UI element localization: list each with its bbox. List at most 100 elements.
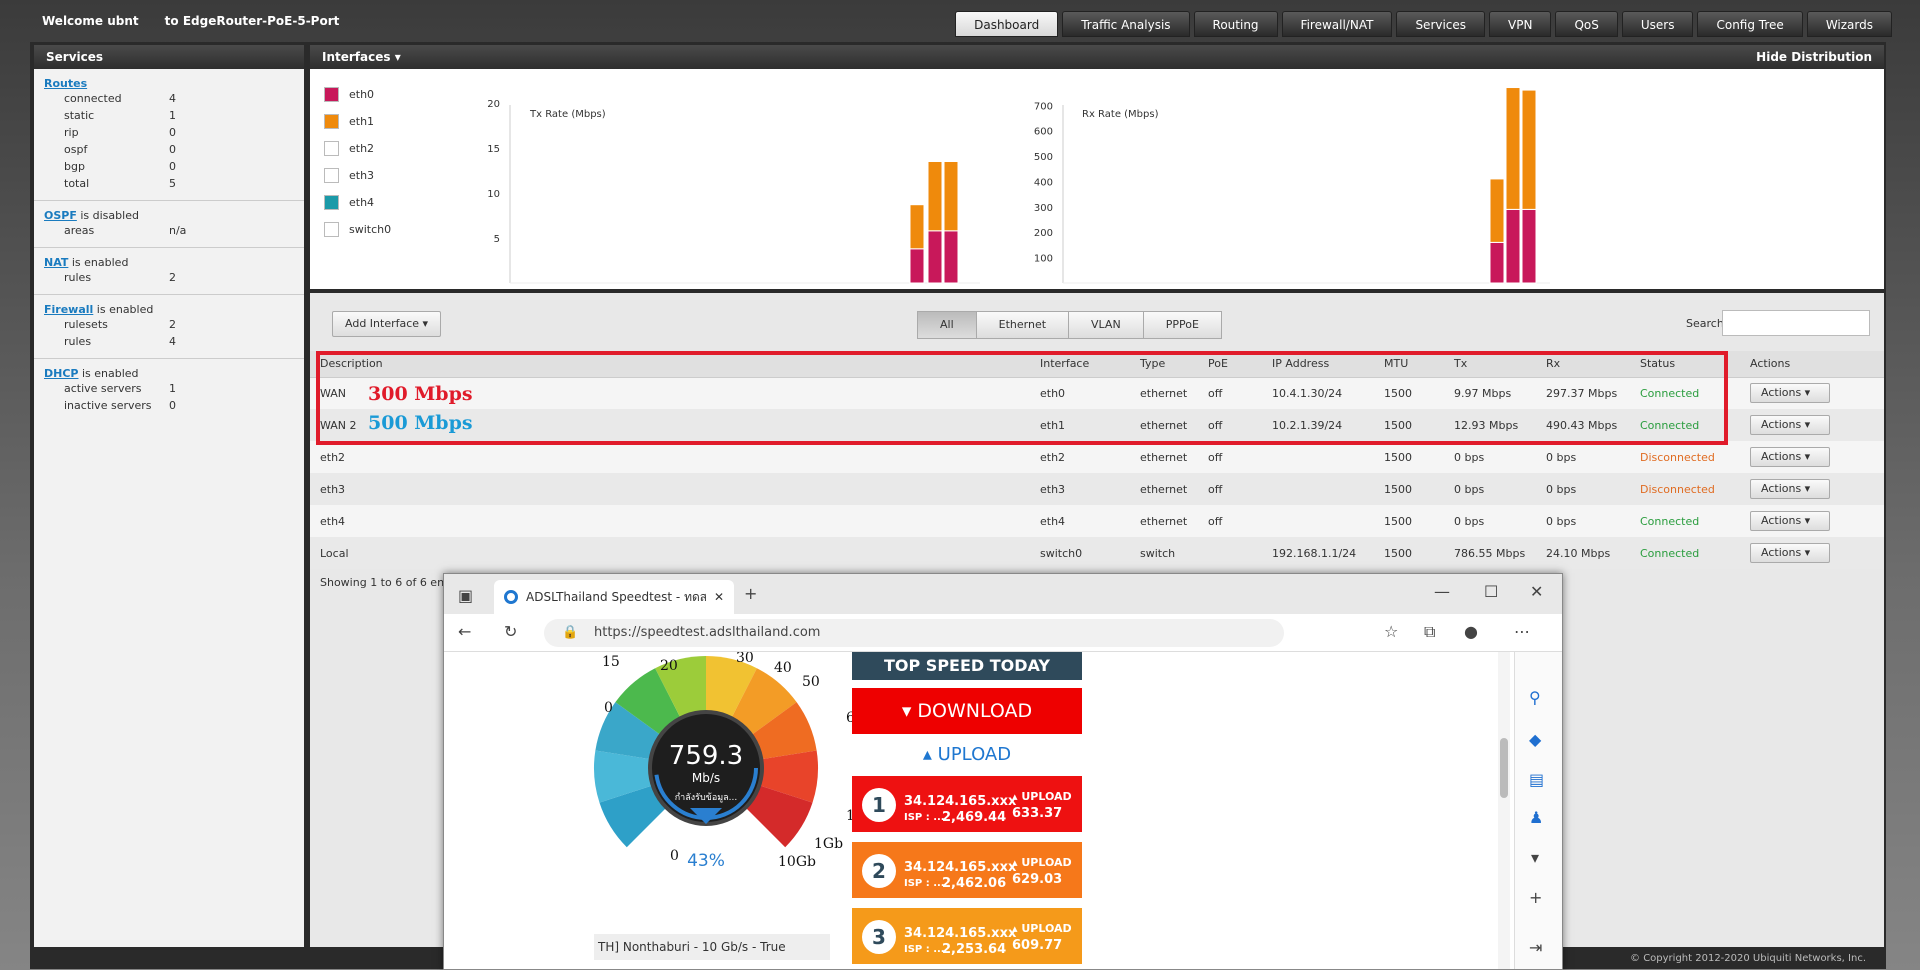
ospf-link[interactable]: OSPF [44,209,77,222]
stat-value: 1 [169,382,176,395]
stat-label: rip [64,126,79,139]
firewall-stat-row: rules 4 [44,333,294,350]
profile-icon[interactable]: ● [1464,622,1478,641]
tab-dashboard[interactable]: Dashboard [955,11,1059,37]
office-icon[interactable]: ♟ [1529,808,1543,827]
actions-button[interactable]: Actions ▾ [1750,415,1830,435]
services-sidebar: Services Routes connected 4 static 1 rip 0 osp… [34,45,304,947]
column-header[interactable]: Actions [1740,351,1884,378]
stat-value: 4 [169,92,176,105]
upload-button[interactable]: ▴ UPLOAD [852,744,1082,765]
refresh-icon[interactable]: ↻ [504,622,517,641]
table-cell: Disconnected [1630,441,1740,473]
table-cell: 0 bps [1536,473,1630,505]
tab-routing[interactable]: Routing [1193,11,1278,37]
tab-traffic-analysis[interactable]: Traffic Analysis [1062,11,1190,37]
rank-download: 2,469.44 [942,810,1007,825]
tab-config-tree[interactable]: Config Tree [1697,11,1803,37]
ospf-stat-row: areas n/a [44,222,294,239]
y-tick-label: 400 [1034,177,1053,188]
filter-ethernet[interactable]: Ethernet [975,311,1070,339]
y-tick-label: 5 [494,234,500,245]
table-cell: 1500 [1374,505,1444,537]
table-row: eth3 eth3 ethernet off 1500 0 bps 0 bps Disconn… [310,473,1884,505]
search-icon[interactable]: ⚲ [1529,688,1541,707]
actions-button[interactable]: Actions ▾ [1750,447,1830,467]
table-cell: 0 bps [1536,441,1630,473]
tab-qos[interactable]: QoS [1555,11,1618,37]
actions-button[interactable]: Actions ▾ [1750,511,1830,531]
add-interface-button[interactable]: Add Interface ▾ [332,311,442,337]
collections-icon[interactable]: ⧉ [1424,622,1435,642]
actions-button[interactable]: Actions ▾ [1750,479,1830,499]
top-speed-entry[interactable]: 3 34.124.165.xxx ISP : ... 2,253.64 ▴ UP… [852,908,1082,964]
page-scrollbar[interactable] [1498,652,1510,969]
close-tab-icon[interactable]: ✕ [714,590,724,604]
download-button[interactable]: ▾ DOWNLOAD [852,688,1082,734]
tab-wizards[interactable]: Wizards [1806,11,1892,37]
routes-stat-row: rip 0 [44,124,294,141]
actions-button[interactable]: Actions ▾ [1750,383,1830,404]
table-info: Showing 1 to 6 of 6 entri [320,576,456,589]
rank-ip: 34.124.165.xxx [904,860,1017,875]
filter-vlan[interactable]: VLAN [1068,311,1144,339]
url-input[interactable]: 🔒 https://speedtest.adslthailand.com [544,619,1284,647]
routes-stat-row: bgp 0 [44,158,294,175]
shopping-icon[interactable]: ◆ [1529,730,1541,749]
speedtest-page: 759.3 Mb/s กำลังรับข้อมูล... 43% 0 15 20 30 40 50… [444,652,1562,969]
filter-pppoe[interactable]: PPPoE [1142,311,1222,339]
table-cell: eth4 [1030,505,1130,537]
rank-number: 3 [862,920,896,954]
bar-eth1 [1505,87,1521,210]
table-cell: 0 bps [1444,473,1536,505]
tab-vpn[interactable]: VPN [1489,11,1552,37]
tab-users[interactable]: Users [1621,11,1694,37]
rank-number: 2 [862,854,896,888]
tools-icon[interactable]: ▤ [1529,770,1544,789]
maximize-icon[interactable]: ☐ [1484,582,1498,601]
routes-stat-row: total 5 [44,175,294,192]
rank-isp: ISP : ... [904,944,945,955]
search-input[interactable] [1722,310,1870,336]
bar-eth1 [943,161,959,232]
minimize-icon[interactable]: — [1434,582,1450,601]
server-select[interactable]: TH] Nonthaburi - 10 Gb/s - True [594,934,830,960]
hide-sidebar-icon[interactable]: ⇥ [1529,938,1542,957]
firewall-link[interactable]: Firewall [44,303,93,316]
new-tab-icon[interactable]: + [744,584,757,603]
routes-stat-row: static 1 [44,107,294,124]
tab-actions-icon[interactable]: ▣ [458,586,473,605]
back-icon[interactable]: ← [458,622,471,641]
search-label: Search [1686,317,1724,330]
browser-tab[interactable]: ADSLThailand Speedtest - ทดสอบ ✕ [494,580,734,614]
rate-charts: eth0 eth1 eth2 eth3 eth4 switch0 Tx Rate (Mbp… [310,69,1884,293]
chevron-down-icon: ▾ [422,317,429,330]
top-speed-entry[interactable]: 2 34.124.165.xxx ISP : ... 2,462.06 ▴ UP… [852,842,1082,898]
favorites-icon[interactable]: ☆ [1384,622,1398,641]
firewall-section: Firewall is enabled rulesets 2 rules 4 [34,295,304,359]
rank-download: 2,253.64 [942,942,1007,957]
top-speed-entry[interactable]: 1 34.124.165.xxx ISP : ... 2,469.44 ▴ UP… [852,776,1082,832]
close-window-icon[interactable]: ✕ [1530,582,1543,601]
filter-all[interactable]: All [917,311,977,339]
main-nav: Dashboard Traffic Analysis Routing Firew… [955,11,1892,37]
edge-sidebar: ⚲ ◆ ▤ ♟ ▾ + ⇥ [1514,652,1562,969]
tab-services[interactable]: Services [1396,11,1486,37]
dhcp-link[interactable]: DHCP [44,367,78,380]
more-icon[interactable]: ⋯ [1514,622,1530,641]
table-row: eth2 eth2 ethernet off 1500 0 bps 0 bps Disconn… [310,441,1884,473]
chevron-down-icon[interactable]: ▾ [1531,848,1539,867]
rank-upload-label: ▴ UPLOAD [1012,856,1072,869]
tab-firewall-nat[interactable]: Firewall/NAT [1281,11,1393,37]
rank-upload: 609.77 [1012,938,1063,953]
hide-distribution-button[interactable]: Hide Distribution [1756,45,1872,69]
nat-link[interactable]: NAT [44,256,68,269]
sidebar-title: Services [34,45,304,69]
y-tick-label: 200 [1034,228,1053,239]
actions-button[interactable]: Actions ▾ [1750,543,1830,563]
browser-window: ▣ ADSLThailand Speedtest - ทดสอบ ✕ + — ☐… [443,573,1563,970]
add-sidebar-icon[interactable]: + [1529,888,1542,907]
routes-link[interactable]: Routes [44,77,87,90]
speed-value: 759.3 [669,741,743,771]
interfaces-menu[interactable]: Interfaces ▾ [322,45,401,69]
